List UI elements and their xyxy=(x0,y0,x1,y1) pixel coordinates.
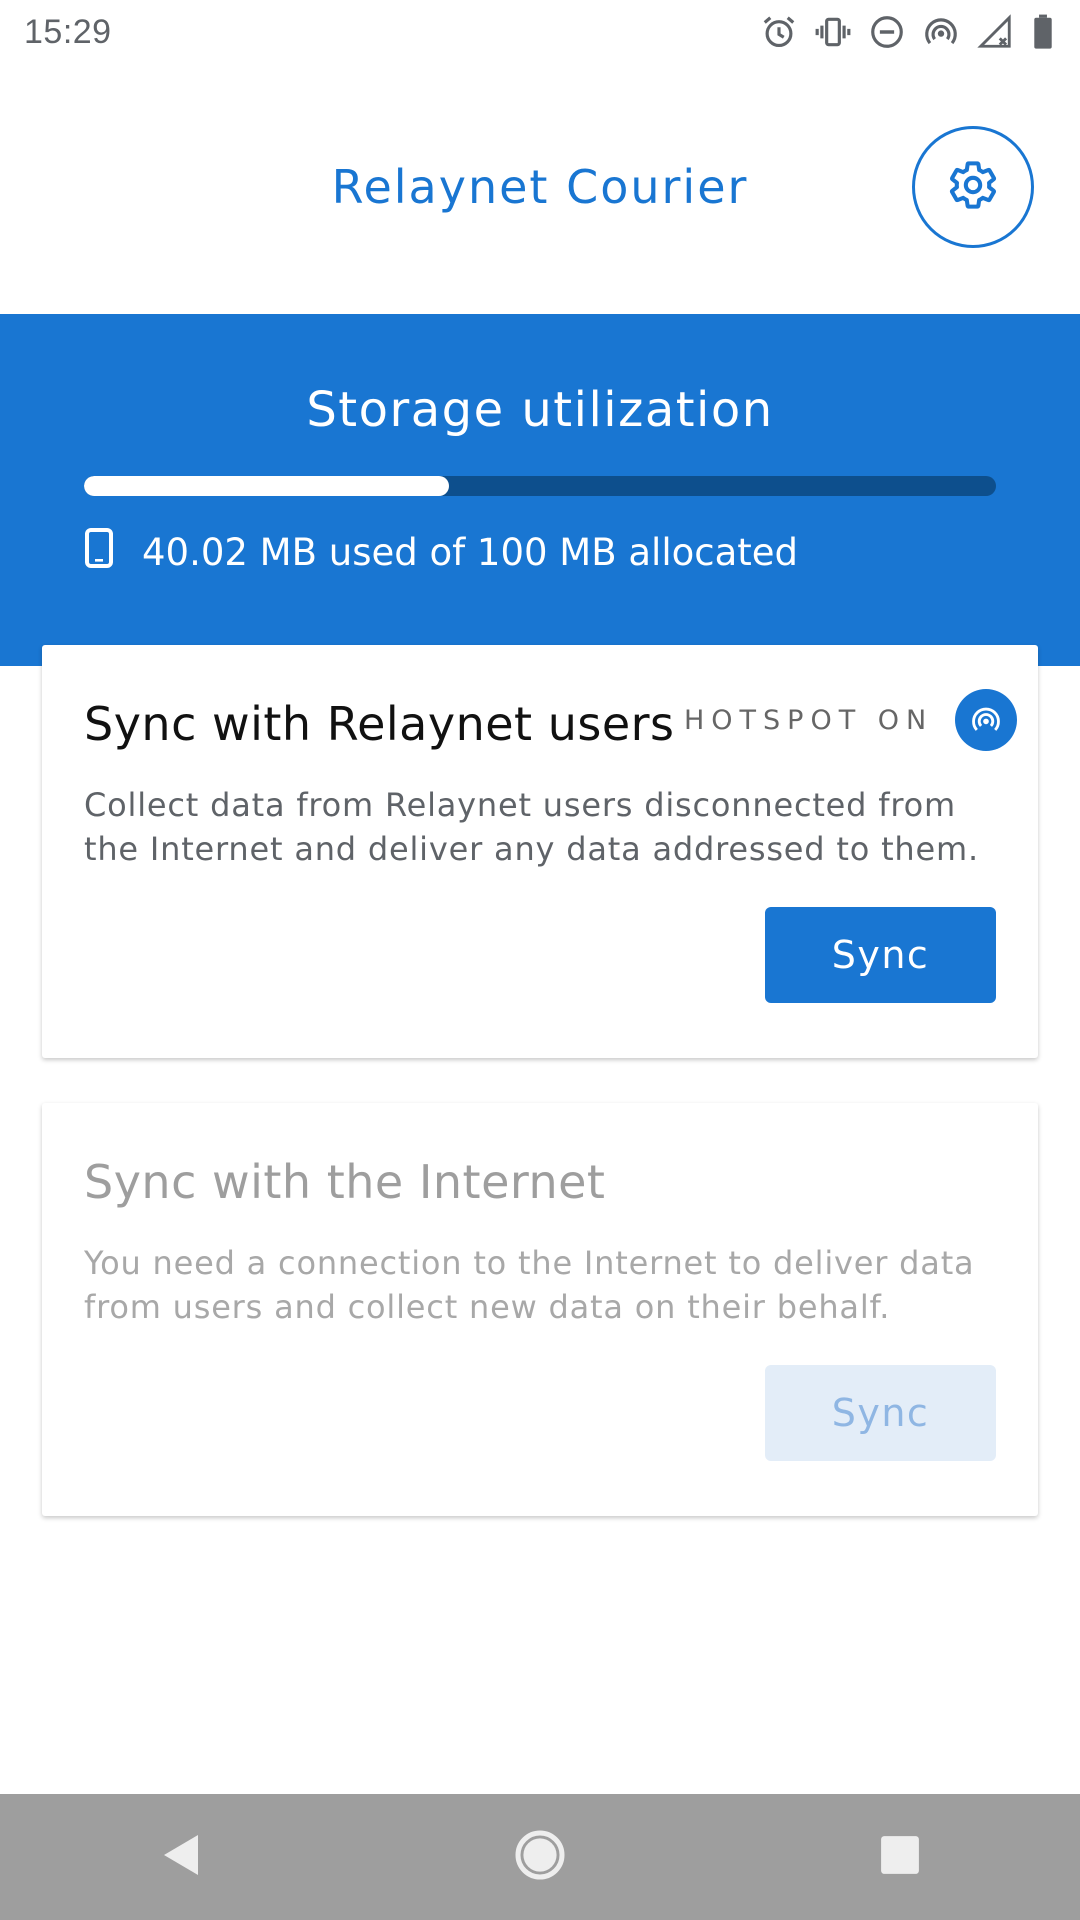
navigation-bar xyxy=(0,1794,1080,1920)
phone-icon xyxy=(84,528,114,577)
vibrate-icon xyxy=(814,13,852,51)
storage-panel: Storage utilization 40.02 MB used of 100… xyxy=(0,314,1080,666)
sync-users-card: Sync with Relaynet users HOTSPOT ON Coll… xyxy=(42,645,1038,1058)
status-time: 15:29 xyxy=(24,12,112,51)
storage-info: 40.02 MB used of 100 MB allocated xyxy=(84,528,798,577)
sync-internet-description: You need a connection to the Internet to… xyxy=(84,1244,975,1326)
sync-users-title: Sync with Relaynet users xyxy=(84,697,675,751)
sync-internet-title: Sync with the Internet xyxy=(84,1155,606,1209)
nav-home-button[interactable] xyxy=(480,1807,600,1907)
status-bar: 15:29 xyxy=(0,0,1080,64)
sync-internet-button: Sync xyxy=(765,1365,996,1461)
hotspot-status-icon xyxy=(922,13,960,51)
settings-button[interactable] xyxy=(912,126,1034,248)
home-icon xyxy=(514,1829,566,1885)
sync-users-button[interactable]: Sync xyxy=(765,907,996,1003)
status-icons xyxy=(760,13,1056,51)
hotspot-status: HOTSPOT ON xyxy=(684,689,1018,751)
hotspot-icon[interactable] xyxy=(955,689,1018,751)
signal-icon xyxy=(976,13,1014,51)
nav-back-button[interactable] xyxy=(120,1807,240,1907)
back-icon xyxy=(158,1831,202,1883)
storage-usage-text: 40.02 MB used of 100 MB allocated xyxy=(142,531,799,574)
sync-users-description: Collect data from Relaynet users disconn… xyxy=(84,786,979,868)
storage-title: Storage utilization xyxy=(306,382,774,438)
recents-icon xyxy=(879,1834,921,1880)
gear-icon xyxy=(946,158,1000,216)
app-bar: Relaynet Courier xyxy=(0,64,1080,314)
sync-internet-card: Sync with the Internet You need a connec… xyxy=(42,1103,1038,1516)
storage-progress-fill xyxy=(84,476,449,496)
storage-progress-bar xyxy=(84,476,996,496)
battery-icon xyxy=(1030,13,1056,51)
hotspot-label: HOTSPOT ON xyxy=(684,704,934,736)
nav-recents-button[interactable] xyxy=(840,1807,960,1907)
do-not-disturb-icon xyxy=(868,13,906,51)
alarm-icon xyxy=(760,13,798,51)
